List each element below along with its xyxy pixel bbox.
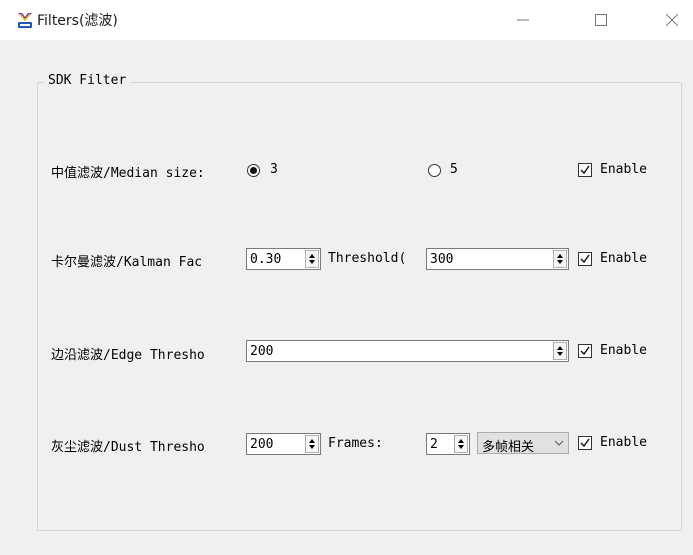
kalman-threshold-value: 300	[430, 252, 454, 267]
maximize-button[interactable]	[578, 0, 624, 40]
median-size-5-label: 5	[450, 162, 458, 177]
close-button[interactable]	[649, 0, 693, 40]
spin-arrows-icon[interactable]	[305, 250, 319, 268]
edge-threshold-spinbox[interactable]: 200	[246, 340, 569, 362]
minimize-icon	[517, 19, 529, 21]
sdk-filter-groupbox	[37, 82, 682, 531]
kalman-enable-label: Enable	[600, 251, 647, 266]
maximize-icon	[595, 14, 607, 26]
kalman-factor-spinbox[interactable]: 0.30	[246, 248, 321, 270]
kalman-threshold-label: Threshold(	[328, 251, 407, 266]
dust-mode-value: 多帧相关	[482, 440, 535, 455]
kalman-factor-value: 0.30	[250, 252, 282, 267]
group-title: SDK Filter	[44, 73, 131, 88]
median-enable-label: Enable	[600, 162, 647, 177]
kalman-threshold-spinbox[interactable]: 300	[426, 248, 569, 270]
median-size-3-label: 3	[270, 162, 278, 177]
median-size-3-radio[interactable]	[247, 164, 260, 177]
median-enable-checkbox[interactable]	[578, 163, 592, 177]
edge-enable-checkbox[interactable]	[578, 344, 592, 358]
dust-frames-label: Frames:	[328, 436, 383, 451]
kalman-enable-checkbox[interactable]	[578, 252, 592, 266]
kalman-label: 卡尔曼滤波/Kalman Fac	[51, 255, 203, 270]
median-label: 中值滤波/Median size:	[51, 166, 205, 181]
close-icon	[666, 14, 678, 26]
spin-arrows-icon[interactable]	[305, 435, 319, 453]
app-icon	[18, 13, 32, 28]
window-title: Filters(滤波)	[37, 13, 118, 29]
edge-label: 边沿滤波/Edge Thresho	[51, 348, 205, 363]
spin-arrows-icon[interactable]	[454, 435, 468, 453]
title-bar: Filters(滤波)	[0, 0, 693, 40]
dust-label: 灰尘滤波/Dust Thresho	[51, 440, 205, 455]
checkmark-icon	[580, 254, 590, 264]
checkmark-icon	[580, 165, 590, 175]
dust-frames-spinbox[interactable]: 2	[426, 433, 470, 455]
spin-arrows-icon[interactable]	[553, 250, 567, 268]
median-size-5-radio[interactable]	[428, 164, 441, 177]
dust-mode-dropdown[interactable]: 多帧相关	[477, 432, 569, 455]
edge-enable-label: Enable	[600, 343, 647, 358]
spin-arrows-icon[interactable]	[553, 342, 567, 360]
dust-frames-value: 2	[430, 437, 438, 452]
edge-threshold-value: 200	[250, 344, 274, 359]
checkmark-icon	[580, 438, 590, 448]
dust-enable-label: Enable	[600, 435, 647, 450]
checkmark-icon	[580, 346, 590, 356]
dust-threshold-value: 200	[250, 437, 274, 452]
chevron-down-icon	[554, 440, 564, 446]
minimize-button[interactable]	[500, 0, 546, 40]
dust-enable-checkbox[interactable]	[578, 436, 592, 450]
dust-threshold-spinbox[interactable]: 200	[246, 433, 321, 455]
